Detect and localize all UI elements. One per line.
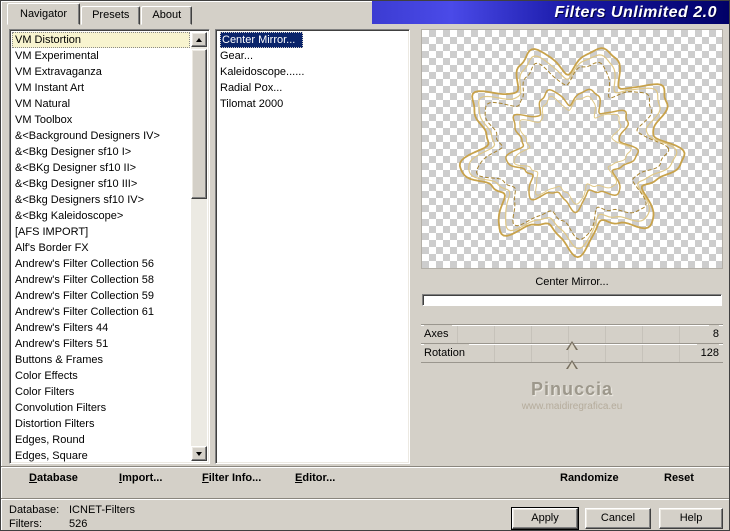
divider: [1, 466, 729, 468]
tab-about[interactable]: About: [141, 6, 193, 25]
category-list: VM Distortion VM Experimental VM Extravaga…: [9, 29, 210, 464]
category-item[interactable]: Color Effects: [12, 368, 190, 384]
slider-axes-thumb[interactable]: [566, 341, 578, 350]
randomize-button[interactable]: Randomize: [560, 472, 619, 484]
database-button[interactable]: Database: [29, 472, 78, 484]
preview-progress-bar: [422, 294, 722, 306]
category-item[interactable]: Alf's Border FX: [12, 240, 190, 256]
slider-rotation-thumb[interactable]: [566, 360, 578, 369]
slider-axes-value: 8: [708, 325, 719, 343]
slider-area: Axes 8 Rotation 128: [421, 324, 723, 369]
filter-list-items: Center Mirror... Gear... Kaleidoscope.....…: [218, 32, 407, 112]
status-database-value: ICNET-Filters: [69, 504, 135, 516]
slider-rotation-value: 128: [696, 344, 719, 362]
slider-axes[interactable]: Axes 8: [421, 324, 723, 350]
category-item[interactable]: Andrew's Filter Collection 61: [12, 304, 190, 320]
category-item[interactable]: &<Bkg Designers sf10 IV>: [12, 192, 190, 208]
category-item[interactable]: Andrew's Filter Collection 59: [12, 288, 190, 304]
scroll-up-button[interactable]: [191, 32, 207, 47]
category-item[interactable]: &<BKg Designer sf10 II>: [12, 160, 190, 176]
watermark-url: www.maidiregrafica.eu: [521, 401, 623, 412]
category-item[interactable]: &<Background Designers IV>: [12, 128, 190, 144]
tab-bar: Navigator Presets About: [7, 3, 193, 25]
slider-thumb-icon: [568, 343, 576, 350]
category-item[interactable]: Edges, Round: [12, 432, 190, 448]
category-item[interactable]: VM Toolbox: [12, 112, 190, 128]
slider-axes-label: Axes: [424, 325, 453, 343]
app-title: Filters Unlimited 2.0: [554, 3, 717, 21]
filter-item[interactable]: Radial Pox...: [218, 80, 407, 96]
slider-rotation-label: Rotation: [424, 344, 469, 362]
category-item[interactable]: Andrew's Filter Collection 58: [12, 272, 190, 288]
arrow-up-icon: [196, 37, 202, 42]
apply-button[interactable]: Apply: [511, 507, 579, 530]
category-item[interactable]: Andrew's Filters 51: [12, 336, 190, 352]
help-button[interactable]: Help: [659, 508, 723, 529]
category-item[interactable]: VM Distortion: [12, 32, 190, 48]
preview-filter-label: Center Mirror...: [535, 276, 609, 288]
category-item[interactable]: Color Filters: [12, 384, 190, 400]
filter-info-button[interactable]: Filter Info...: [202, 472, 261, 484]
category-item[interactable]: VM Extravaganza: [12, 64, 190, 80]
category-scrollbar[interactable]: [191, 32, 207, 461]
category-item[interactable]: VM Instant Art: [12, 80, 190, 96]
filter-item[interactable]: Gear...: [218, 48, 407, 64]
import-button[interactable]: Import...: [119, 472, 162, 484]
category-item[interactable]: &<Bkg Designer sf10 III>: [12, 176, 190, 192]
editor-button[interactable]: Editor...: [295, 472, 335, 484]
filter-item[interactable]: Tilomat 2000: [218, 96, 407, 112]
arrow-down-icon: [196, 451, 202, 456]
scroll-thumb[interactable]: [191, 49, 207, 199]
status-filters-label: Filters:: [9, 518, 42, 530]
category-item[interactable]: &<Bkg Kaleidoscope>: [12, 208, 190, 224]
category-item[interactable]: Andrew's Filter Collection 56: [12, 256, 190, 272]
watermark-title: Pinuccia: [530, 379, 614, 399]
filter-item[interactable]: Center Mirror...: [218, 32, 407, 48]
reset-button[interactable]: Reset: [664, 472, 694, 484]
category-item[interactable]: &<Bkg Designer sf10 I>: [12, 144, 190, 160]
cancel-button[interactable]: Cancel: [585, 508, 651, 529]
status-database-label: Database:: [9, 504, 60, 516]
filter-list: Center Mirror... Gear... Kaleidoscope.....…: [215, 29, 410, 464]
category-item[interactable]: [AFS IMPORT]: [12, 224, 190, 240]
category-item[interactable]: VM Natural: [12, 96, 190, 112]
category-item[interactable]: VM Experimental: [12, 48, 190, 64]
preview-box: [421, 29, 723, 269]
scroll-down-button[interactable]: [191, 446, 207, 461]
category-item[interactable]: Distortion Filters: [12, 416, 190, 432]
category-item[interactable]: Edges, Square: [12, 448, 190, 463]
category-item[interactable]: Convolution Filters: [12, 400, 190, 416]
tab-presets[interactable]: Presets: [81, 6, 141, 25]
status-filters-value: 526: [69, 518, 88, 530]
divider: [1, 498, 729, 500]
title-banner: Filters Unlimited 2.0: [372, 1, 729, 24]
category-item[interactable]: Buttons & Frames: [12, 352, 190, 368]
filters-unlimited-dialog: Navigator Presets About Filters Unlimite…: [0, 0, 730, 531]
filter-item[interactable]: Kaleidoscope......: [218, 64, 407, 80]
preview-panel: Center Mirror... Axes 8 Rotation 128 Pin…: [421, 29, 723, 464]
tab-navigator[interactable]: Navigator: [7, 3, 81, 25]
preview-ornament-svg: [458, 47, 686, 259]
category-item[interactable]: Andrew's Filters 44: [12, 320, 190, 336]
slider-thumb-icon: [568, 362, 576, 369]
category-list-items: VM Distortion VM Experimental VM Extravaga…: [12, 32, 190, 463]
